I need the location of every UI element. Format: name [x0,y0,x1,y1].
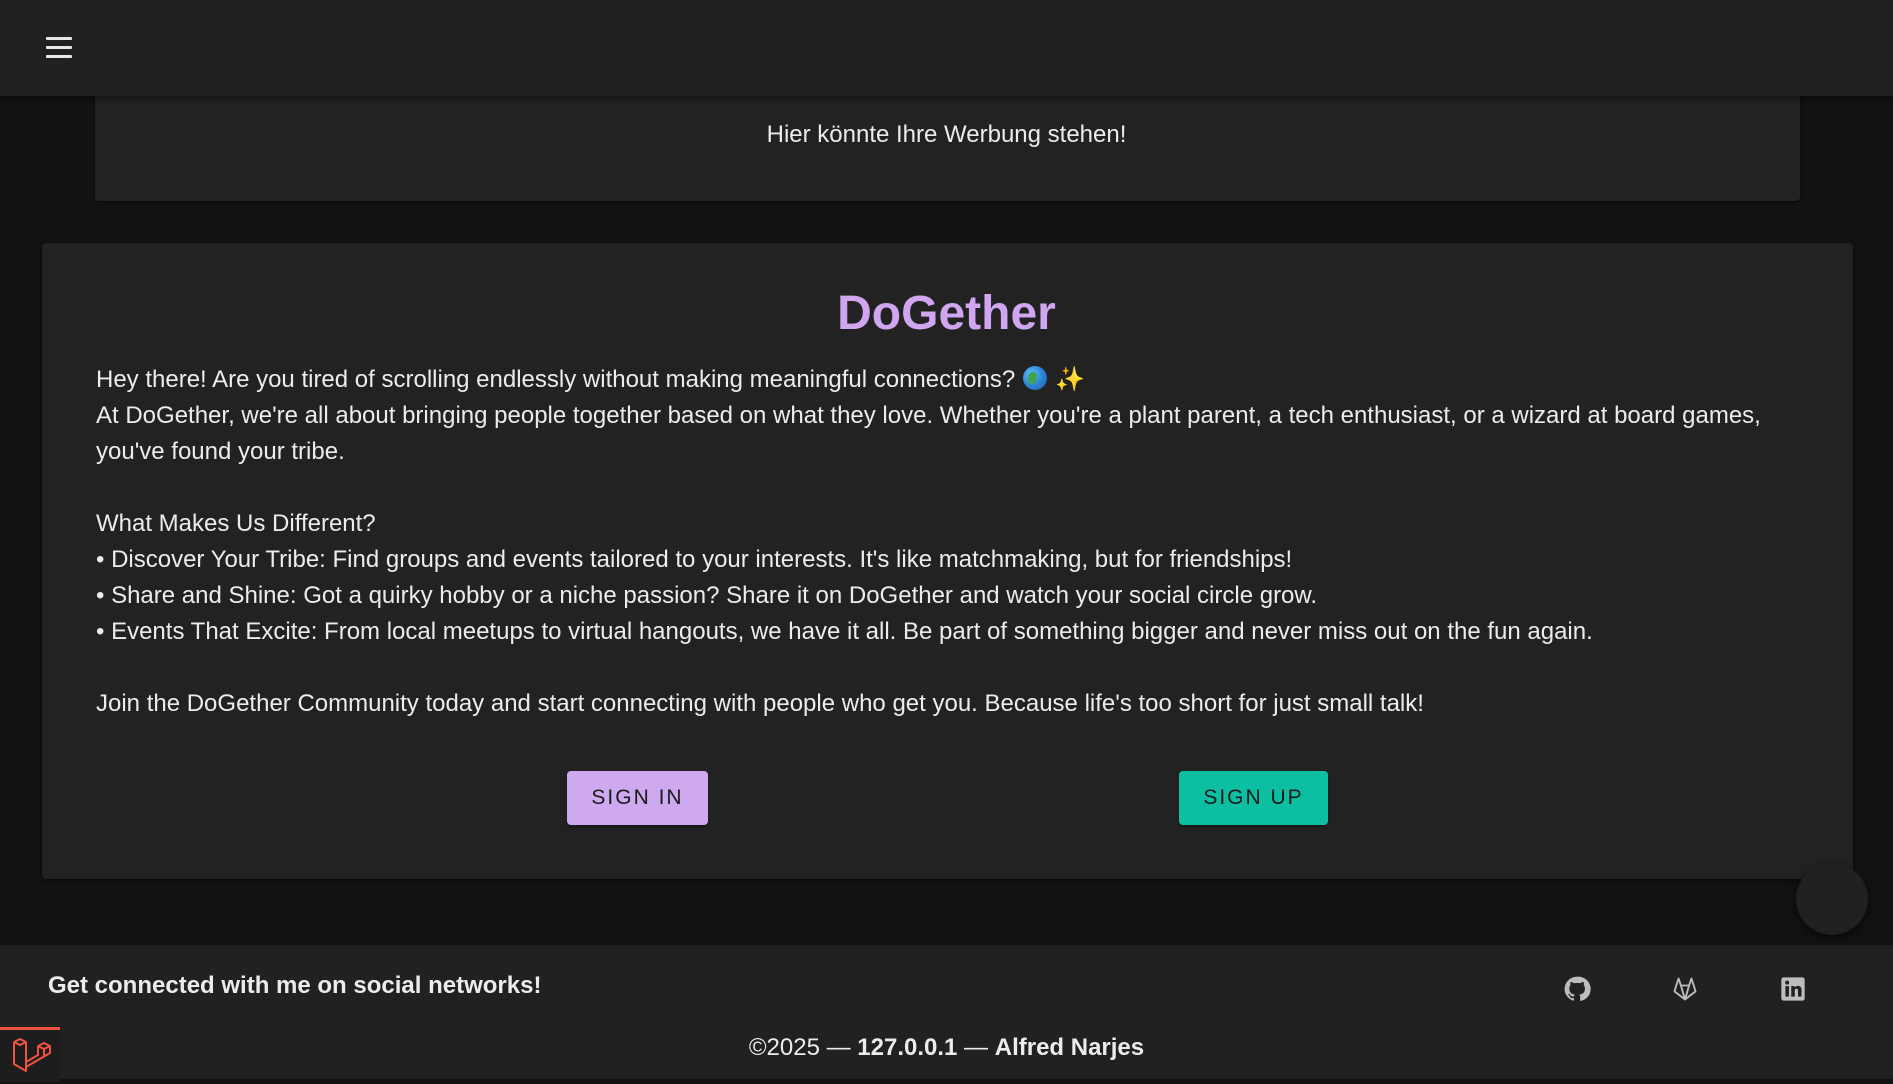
linkedin-icon[interactable] [1779,975,1807,1003]
intro-text: Hey there! Are you tired of scrolling en… [96,362,1806,722]
page-title: DoGether [837,287,1056,340]
github-icon[interactable] [1563,975,1591,1003]
advertisement-text: Hier könnte Ihre Werbung stehen! [766,121,1127,148]
author-name: Alfred Narjes [994,1034,1145,1061]
intro-line-1: Hey there! Are you tired of scrolling en… [96,366,1086,393]
top-app-bar [0,0,1893,96]
footer-tagline: Get connected with me on social networks… [48,972,542,999]
bullet-item: • Events That Excite: From local meetups… [96,618,1593,645]
moon-icon [1822,885,1836,913]
globe-emoji-icon [1023,366,1048,390]
bullet-item: • Share and Shine: Got a quirky hobby or… [96,582,1318,609]
sparkles-emoji: ✨ [1055,366,1086,393]
intro-line-2: At DoGether, we're all about bringing pe… [96,402,1761,465]
theme-toggle-button[interactable] [1796,863,1868,935]
laravel-debugbar-button[interactable] [0,1027,60,1082]
hamburger-menu-icon[interactable] [42,33,76,63]
sign-up-button[interactable]: SIGN UP [1179,771,1328,825]
copyright-line: ©2025 — 127.0.0.1 — Alfred Narjes [748,1034,1145,1061]
host-address: 127.0.0.1 [857,1034,958,1061]
bullet-item: • Discover Your Tribe: Find groups and e… [96,546,1293,573]
laravel-icon [13,1038,51,1072]
sign-in-button[interactable]: SIGN IN [567,771,708,825]
differences-heading: What Makes Us Different? [96,510,376,537]
closing-text: Join the DoGether Community today and st… [96,690,1424,717]
gitlab-icon[interactable] [1671,975,1699,1003]
